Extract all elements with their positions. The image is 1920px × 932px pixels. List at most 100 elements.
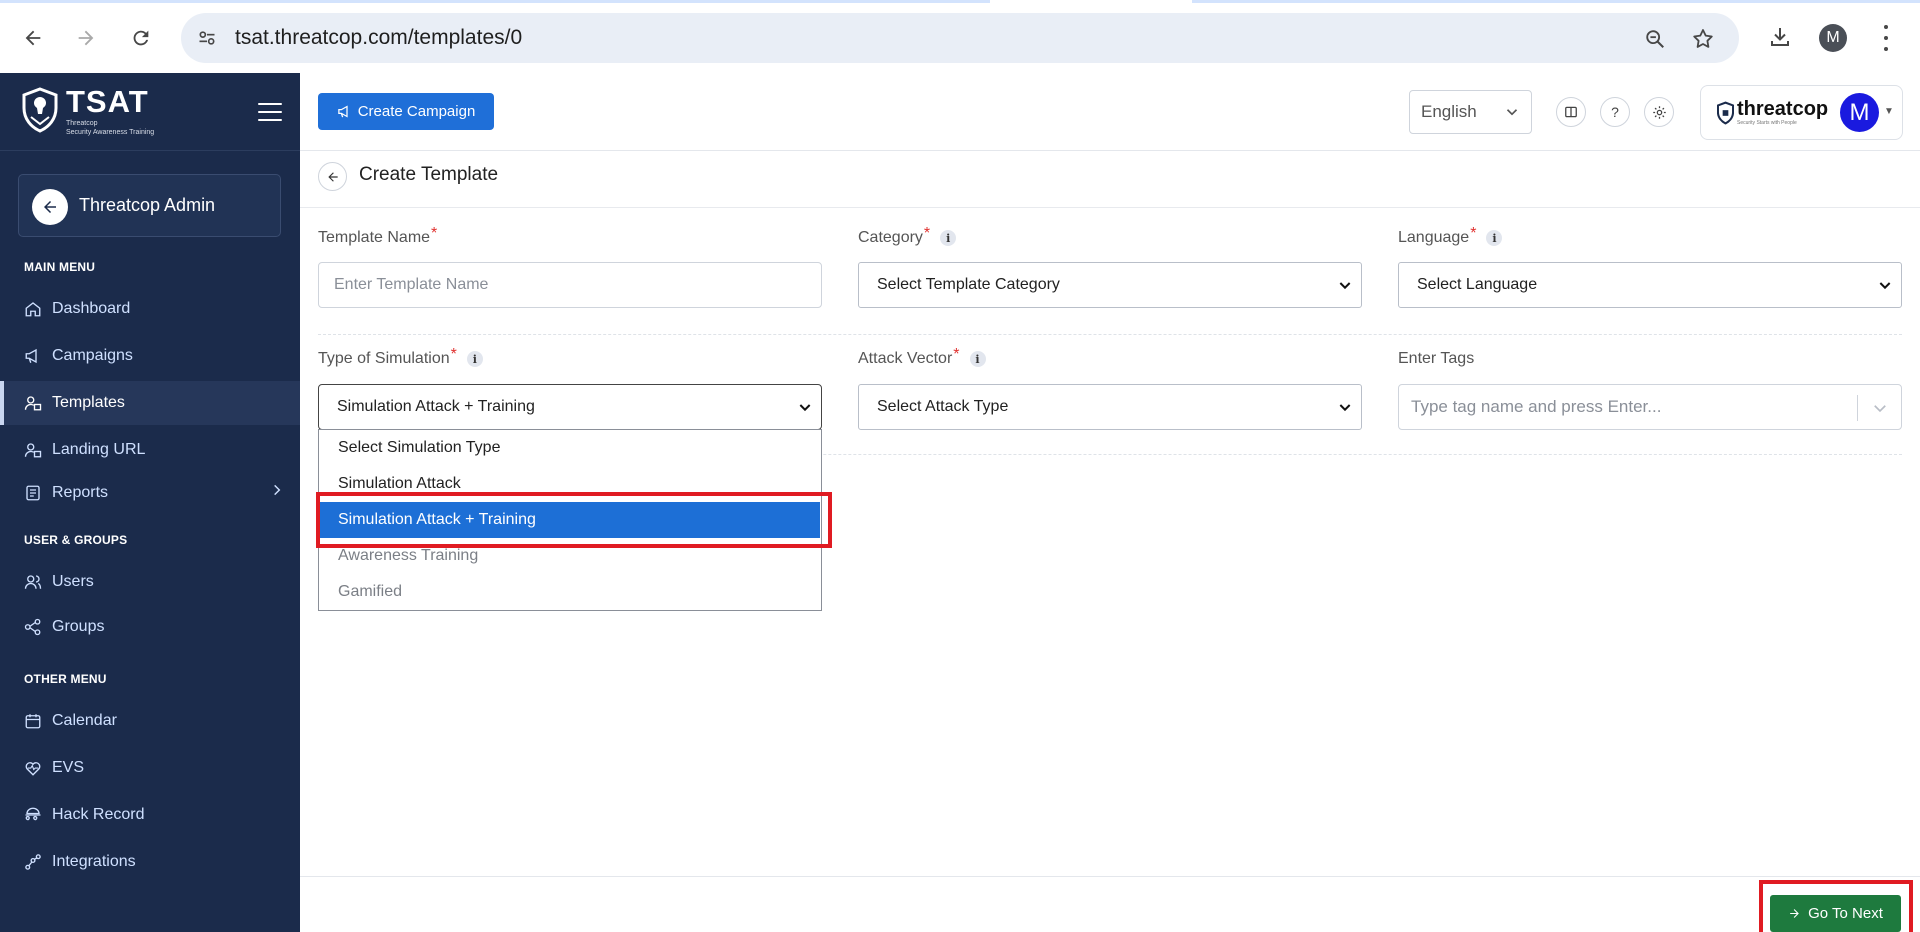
sidebar-item-label: Landing URL bbox=[52, 441, 146, 458]
browser-menu-icon[interactable] bbox=[1874, 22, 1898, 54]
simulation-type-value: Simulation Attack + Training bbox=[337, 398, 535, 415]
sidebar-item-integrations[interactable]: Integrations bbox=[0, 840, 300, 884]
sidebar-item-reports[interactable]: Reports bbox=[0, 471, 300, 515]
help-symbol: ? bbox=[1611, 104, 1619, 120]
arrow-left-icon bbox=[327, 171, 338, 182]
create-campaign-label: Create Campaign bbox=[357, 103, 476, 120]
arrow-left-circle-icon[interactable] bbox=[32, 189, 68, 225]
app-header: Create Campaign English ? threatcop Secu… bbox=[300, 73, 1920, 151]
heartbeat-icon bbox=[24, 759, 42, 777]
language-field-value: Select Language bbox=[1417, 276, 1538, 293]
hacker-icon bbox=[24, 806, 42, 824]
help-icon[interactable]: ? bbox=[1600, 97, 1630, 127]
form-footer bbox=[300, 876, 1920, 932]
zoom-icon[interactable] bbox=[1642, 26, 1668, 52]
sidebar-item-landing-url[interactable]: Landing URL bbox=[0, 428, 300, 472]
required-mark: * bbox=[923, 225, 931, 242]
section-main-menu: MAIN MENU bbox=[24, 260, 96, 274]
tsat-shield-logo-icon bbox=[22, 87, 58, 138]
brand-name: TSAT bbox=[66, 84, 149, 119]
info-icon[interactable]: i bbox=[969, 351, 986, 367]
bookmark-star-icon[interactable] bbox=[1690, 26, 1716, 52]
tags-label: Enter Tags bbox=[1398, 350, 1475, 367]
browser-profile-avatar[interactable]: M bbox=[1819, 24, 1847, 52]
template-name-label: Template Name * bbox=[318, 225, 438, 246]
sidebar-item-label: Integrations bbox=[52, 853, 136, 870]
user-template-icon bbox=[24, 394, 42, 412]
browser-back-button[interactable] bbox=[15, 20, 51, 56]
template-name-input[interactable]: Enter Template Name bbox=[318, 262, 822, 308]
sidebar-item-templates[interactable]: Templates bbox=[0, 381, 300, 425]
admin-switcher[interactable]: Threatcop Admin bbox=[18, 174, 281, 237]
chevron-down-icon bbox=[1503, 103, 1521, 126]
chevron-down-icon bbox=[1877, 277, 1893, 298]
sidebar-item-label: Reports bbox=[52, 484, 109, 501]
info-icon[interactable]: i bbox=[940, 230, 957, 246]
option-gamified[interactable]: Gamified bbox=[320, 574, 820, 610]
sidebar-logo-area: TSAT Threatcop Security Awareness Traini… bbox=[0, 73, 300, 151]
site-settings-icon[interactable] bbox=[195, 26, 219, 50]
attack-vector-value: Select Attack Type bbox=[877, 398, 1009, 415]
required-mark: * bbox=[431, 225, 438, 242]
chevron-down-icon bbox=[797, 399, 813, 420]
section-other-menu: OTHER MENU bbox=[24, 672, 107, 686]
arrow-right-icon bbox=[78, 30, 94, 46]
megaphone-icon bbox=[24, 347, 42, 365]
chevron-down-icon bbox=[1337, 277, 1353, 298]
sidebar-item-label: Dashboard bbox=[52, 300, 131, 317]
required-mark: * bbox=[450, 346, 457, 363]
tags-placeholder: Type tag name and press Enter... bbox=[1411, 397, 1662, 416]
threatcop-shield-logo-icon bbox=[1716, 101, 1735, 130]
admin-label: Threatcop Admin bbox=[79, 195, 216, 215]
gear-icon[interactable] bbox=[1644, 97, 1674, 127]
sidebar-item-evs[interactable]: EVS bbox=[0, 746, 300, 790]
tab-strip-edge bbox=[1192, 0, 1920, 3]
sidebar-item-users[interactable]: Users bbox=[0, 560, 300, 604]
annotation-highlight bbox=[316, 492, 832, 548]
sidebar-item-campaigns[interactable]: Campaigns bbox=[0, 334, 300, 378]
sidebar-item-calendar[interactable]: Calendar bbox=[0, 699, 300, 743]
sidebar-item-label: Templates bbox=[52, 394, 125, 411]
create-campaign-button[interactable]: Create Campaign bbox=[318, 93, 494, 130]
back-button[interactable] bbox=[318, 162, 347, 191]
hamburger-menu-icon[interactable] bbox=[258, 103, 282, 121]
company-logo-text: threatcop bbox=[1737, 98, 1829, 120]
page-title-bar: Create Template bbox=[300, 151, 1920, 208]
download-icon[interactable] bbox=[1767, 24, 1793, 50]
page-title: Create Template bbox=[359, 164, 499, 185]
url-text[interactable]: tsat.threatcop.com/templates/0 bbox=[235, 26, 522, 50]
address-bar[interactable]: tsat.threatcop.com/templates/0 bbox=[181, 13, 1739, 63]
browser-toolbar: tsat.threatcop.com/templates/0 M bbox=[0, 0, 1920, 73]
language-select[interactable]: English bbox=[1409, 90, 1532, 134]
info-icon[interactable]: i bbox=[1486, 230, 1503, 246]
info-icon[interactable]: i bbox=[466, 351, 483, 367]
sidebar-item-hack-record[interactable]: Hack Record bbox=[0, 793, 300, 837]
sidebar-item-groups[interactable]: Groups bbox=[0, 605, 300, 649]
chevron-right-icon bbox=[270, 483, 284, 502]
attack-vector-select[interactable]: Select Attack Type bbox=[858, 384, 1362, 430]
browser-forward-button[interactable] bbox=[68, 20, 104, 56]
language-label: Language * i bbox=[1398, 225, 1503, 247]
chevron-down-icon[interactable] bbox=[1871, 399, 1889, 422]
section-user-groups: USER & GROUPS bbox=[24, 533, 128, 547]
category-value: Select Template Category bbox=[877, 276, 1060, 293]
reload-icon bbox=[133, 30, 149, 46]
avatar[interactable]: M bbox=[1840, 93, 1879, 132]
tags-input[interactable]: Type tag name and press Enter... bbox=[1398, 384, 1902, 430]
required-mark: * bbox=[1470, 225, 1477, 242]
template-name-placeholder: Enter Template Name bbox=[334, 276, 489, 293]
browser-reload-button[interactable] bbox=[123, 20, 159, 56]
book-icon[interactable] bbox=[1556, 97, 1586, 127]
sidebar-item-label: Campaigns bbox=[52, 347, 133, 364]
simulation-type-select[interactable]: Simulation Attack + Training bbox=[318, 384, 822, 430]
section-divider bbox=[318, 334, 1902, 335]
category-select[interactable]: Select Template Category bbox=[858, 262, 1362, 308]
option-select-simulation-type[interactable]: Select Simulation Type bbox=[320, 430, 820, 466]
caret-down-icon: ▼ bbox=[1884, 106, 1894, 117]
language-field-select[interactable]: Select Language bbox=[1398, 262, 1902, 308]
account-menu[interactable]: threatcop Security Starts with People M … bbox=[1700, 85, 1903, 140]
sidebar-item-dashboard[interactable]: Dashboard bbox=[0, 287, 300, 331]
sidebar: TSAT Threatcop Security Awareness Traini… bbox=[0, 73, 300, 932]
megaphone-icon bbox=[337, 105, 348, 118]
sidebar-item-label: Users bbox=[52, 573, 94, 590]
